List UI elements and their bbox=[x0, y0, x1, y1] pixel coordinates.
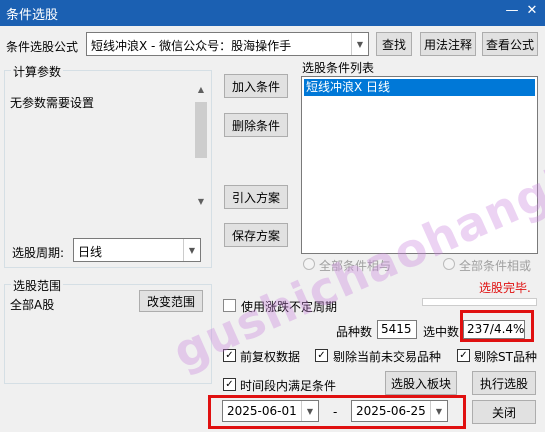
close-icon[interactable]: ✕ bbox=[525, 3, 539, 19]
view-formula-button[interactable]: 查看公式 bbox=[482, 32, 538, 56]
or-label: 全部条件相或 bbox=[459, 259, 532, 273]
pre-adjust-checkbox[interactable]: ✓ bbox=[223, 349, 236, 362]
formula-label: 条件选股公式 bbox=[6, 40, 79, 54]
find-button[interactable]: 查找 bbox=[376, 32, 412, 56]
chevron-down-icon[interactable]: ▼ bbox=[183, 239, 200, 261]
window-titlebar: 条件选股 — ✕ bbox=[0, 0, 545, 26]
volatile-period-checkbox[interactable] bbox=[223, 299, 236, 312]
range-title: 选股范围 bbox=[11, 277, 64, 294]
minimize-icon[interactable]: — bbox=[505, 3, 519, 19]
scroll-down-icon[interactable]: ▼ bbox=[193, 194, 209, 210]
to-block-button[interactable]: 选股入板块 bbox=[385, 371, 457, 395]
save-scheme-button[interactable]: 保存方案 bbox=[224, 223, 288, 247]
pre-adjust-label: 前复权数据 bbox=[240, 350, 301, 364]
import-scheme-button[interactable]: 引入方案 bbox=[224, 185, 288, 209]
remove-condition-button[interactable]: 删除条件 bbox=[224, 113, 288, 137]
add-condition-button[interactable]: 加入条件 bbox=[224, 74, 288, 98]
status-text: 选股完毕. bbox=[479, 281, 531, 295]
formula-value: 短线冲浪X - 微信公众号：股海操作手 bbox=[91, 39, 292, 53]
change-range-button[interactable]: 改变范围 bbox=[139, 290, 203, 312]
exclude-non-trading-checkbox[interactable]: ✓ bbox=[315, 349, 328, 362]
scroll-thumb[interactable] bbox=[195, 102, 207, 158]
chevron-down-icon[interactable]: ▼ bbox=[351, 33, 368, 55]
period-satisfy-checkbox[interactable]: ✓ bbox=[223, 378, 236, 391]
volatile-period-label: 使用涨跌不定周期 bbox=[241, 300, 338, 314]
list-item[interactable]: 短线冲浪X 日线 bbox=[304, 79, 535, 96]
period-satisfy-label: 时间段内满足条件 bbox=[240, 379, 337, 393]
condition-list[interactable]: 短线冲浪X 日线 bbox=[301, 76, 538, 254]
count-label: 品种数 bbox=[336, 325, 373, 339]
execute-button[interactable]: 执行选股 bbox=[472, 371, 536, 395]
period-value: 日线 bbox=[78, 245, 103, 259]
exclude-st-label: 剔除ST品种 bbox=[474, 350, 537, 364]
range-value: 全部A股 bbox=[10, 298, 55, 312]
date-highlight-box bbox=[208, 395, 466, 429]
window-title: 条件选股 bbox=[6, 8, 59, 23]
params-scrollbar[interactable]: ▲ ▼ bbox=[193, 82, 209, 210]
scroll-up-icon[interactable]: ▲ bbox=[193, 82, 209, 98]
condition-list-title: 选股条件列表 bbox=[302, 61, 375, 75]
usage-button[interactable]: 用法注释 bbox=[420, 32, 476, 56]
params-title: 计算参数 bbox=[11, 63, 64, 80]
close-button[interactable]: 关闭 bbox=[472, 400, 536, 424]
or-radio[interactable] bbox=[443, 258, 455, 270]
and-label: 全部条件相与 bbox=[319, 259, 392, 273]
exclude-st-checkbox[interactable]: ✓ bbox=[457, 349, 470, 362]
and-radio[interactable] bbox=[303, 258, 315, 270]
formula-select[interactable]: 短线冲浪X - 微信公众号：股海操作手 ▼ bbox=[86, 32, 369, 56]
count-value: 5415 bbox=[377, 320, 417, 339]
selected-label: 选中数 bbox=[423, 325, 460, 339]
dialog-body: 条件选股公式 短线冲浪X - 微信公众号：股海操作手 ▼ 查找 用法注释 查看公… bbox=[0, 26, 545, 432]
highlight-box bbox=[460, 310, 534, 342]
volatile-period-field[interactable] bbox=[422, 298, 537, 306]
period-label: 选股周期: bbox=[12, 246, 65, 260]
exclude-non-trading-label: 剔除当前未交易品种 bbox=[333, 350, 442, 364]
params-text: 无参数需要设置 bbox=[10, 96, 95, 110]
period-select[interactable]: 日线 ▼ bbox=[73, 238, 201, 262]
